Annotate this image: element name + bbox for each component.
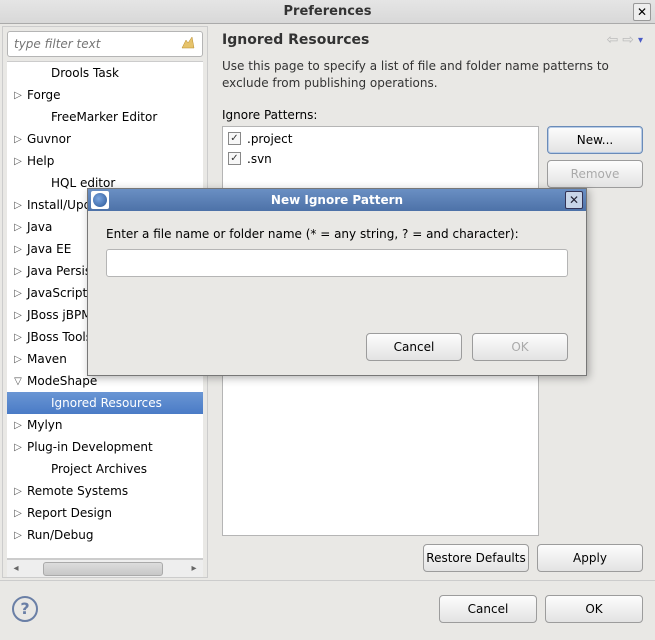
new-pattern-button[interactable]: New... bbox=[547, 126, 643, 154]
section-description: Use this page to specify a list of file … bbox=[222, 58, 643, 92]
restore-defaults-button[interactable]: Restore Defaults bbox=[423, 544, 529, 572]
tree-item-maven[interactable]: ▷Maven bbox=[7, 348, 203, 370]
list-item[interactable]: ✓ .project bbox=[225, 129, 536, 149]
tree-item-remote-systems[interactable]: ▷Remote Systems bbox=[7, 480, 203, 502]
expand-icon[interactable]: ▷ bbox=[11, 442, 25, 453]
expand-icon[interactable]: ▷ bbox=[11, 156, 25, 167]
expand-icon[interactable]: ▷ bbox=[11, 508, 25, 519]
footer-buttons: Cancel OK bbox=[439, 595, 643, 623]
tree-item-forge[interactable]: ▷Forge bbox=[7, 84, 203, 106]
tree-item-java[interactable]: ▷Java bbox=[7, 216, 203, 238]
remove-pattern-button[interactable]: Remove bbox=[547, 160, 643, 188]
expand-icon[interactable]: ▷ bbox=[11, 420, 25, 431]
expand-icon[interactable]: ▷ bbox=[11, 90, 25, 101]
expand-icon[interactable]: ▷ bbox=[11, 354, 25, 365]
section-header: Ignored Resources ⇦ ⇨ ▾ bbox=[222, 32, 643, 48]
expand-icon[interactable]: ▷ bbox=[11, 266, 25, 277]
expand-icon[interactable]: ▷ bbox=[11, 310, 25, 321]
patterns-list[interactable]: ✓ .project ✓ .svn bbox=[222, 126, 539, 536]
section-title: Ignored Resources bbox=[222, 32, 369, 48]
tree-item-install-update[interactable]: ▷Install/Update bbox=[7, 194, 203, 216]
tree-item-plugin-dev[interactable]: ▷Plug-in Development bbox=[7, 436, 203, 458]
tree-item-modeshape[interactable]: ▽ModeShape bbox=[7, 370, 203, 392]
preferences-tree[interactable]: Drools Task ▷Forge FreeMarker Editor ▷Gu… bbox=[7, 61, 203, 559]
filter-wrap bbox=[3, 27, 207, 61]
ok-button[interactable]: OK bbox=[545, 595, 643, 623]
window-close-button[interactable]: ✕ bbox=[633, 3, 651, 21]
window-title: Preferences bbox=[284, 4, 372, 19]
tree-item-project-archives[interactable]: Project Archives bbox=[7, 458, 203, 480]
expand-icon[interactable]: ▷ bbox=[11, 200, 25, 211]
close-icon: ✕ bbox=[637, 5, 647, 19]
patterns-label: Ignore Patterns: bbox=[222, 108, 643, 122]
tree-item-java-ee[interactable]: ▷Java EE bbox=[7, 238, 203, 260]
scrollbar-thumb[interactable] bbox=[43, 562, 163, 576]
tree-item-jboss-jbpm[interactable]: ▷JBoss jBPM bbox=[7, 304, 203, 326]
footer: ? Cancel OK bbox=[0, 580, 655, 636]
list-item[interactable]: ✓ .svn bbox=[225, 149, 536, 169]
apply-button[interactable]: Apply bbox=[537, 544, 643, 572]
scroll-right-icon[interactable]: ▸ bbox=[185, 563, 203, 574]
tree-item-report-design[interactable]: ▷Report Design bbox=[7, 502, 203, 524]
tree-item-javascript[interactable]: ▷JavaScript bbox=[7, 282, 203, 304]
pattern-text: .svn bbox=[247, 152, 272, 166]
expand-icon[interactable]: ▷ bbox=[11, 134, 25, 145]
filter-input[interactable] bbox=[7, 31, 203, 57]
nav-back-icon[interactable]: ⇦ bbox=[607, 32, 619, 48]
expand-icon[interactable]: ▷ bbox=[11, 332, 25, 343]
side-buttons: New... Remove bbox=[547, 126, 643, 536]
expand-icon[interactable]: ▷ bbox=[11, 530, 25, 541]
expand-icon[interactable]: ▷ bbox=[11, 486, 25, 497]
nav-forward-icon[interactable]: ⇨ bbox=[622, 32, 634, 48]
collapse-icon[interactable]: ▽ bbox=[11, 376, 25, 387]
tree-item-java-persistence[interactable]: ▷Java Persistence bbox=[7, 260, 203, 282]
nav-arrows: ⇦ ⇨ ▾ bbox=[607, 32, 644, 48]
tree-item-mylyn[interactable]: ▷Mylyn bbox=[7, 414, 203, 436]
tree-inner: Drools Task ▷Forge FreeMarker Editor ▷Gu… bbox=[7, 62, 203, 558]
tree-item-help[interactable]: ▷Help bbox=[7, 150, 203, 172]
checkbox-checked-icon[interactable]: ✓ bbox=[228, 132, 241, 145]
window-titlebar: Preferences ✕ bbox=[0, 0, 655, 24]
section-bottom-buttons: Restore Defaults Apply bbox=[222, 544, 643, 572]
tree-item-hql[interactable]: HQL editor bbox=[7, 172, 203, 194]
tree-item-ignored-resources[interactable]: Ignored Resources bbox=[7, 392, 203, 414]
expand-icon[interactable]: ▷ bbox=[11, 288, 25, 299]
clear-filter-icon[interactable] bbox=[179, 34, 199, 54]
expand-icon[interactable]: ▷ bbox=[11, 222, 25, 233]
tree-item-guvnor[interactable]: ▷Guvnor bbox=[7, 128, 203, 150]
expand-icon[interactable]: ▷ bbox=[11, 244, 25, 255]
help-icon[interactable]: ? bbox=[12, 596, 38, 622]
pattern-text: .project bbox=[247, 132, 292, 146]
checkbox-checked-icon[interactable]: ✓ bbox=[228, 152, 241, 165]
tree-horizontal-scrollbar[interactable]: ◂ ▸ bbox=[7, 559, 203, 577]
tree-item-drools-task[interactable]: Drools Task bbox=[7, 62, 203, 84]
tree-item-jboss-tools[interactable]: ▷JBoss Tools bbox=[7, 326, 203, 348]
scroll-left-icon[interactable]: ◂ bbox=[7, 563, 25, 574]
patterns-row: ✓ .project ✓ .svn New... Remove bbox=[222, 126, 643, 536]
main-content: Drools Task ▷Forge FreeMarker Editor ▷Gu… bbox=[0, 24, 655, 580]
tree-item-freemarker[interactable]: FreeMarker Editor bbox=[7, 106, 203, 128]
details-panel: Ignored Resources ⇦ ⇨ ▾ Use this page to… bbox=[208, 26, 653, 578]
tree-item-run-debug[interactable]: ▷Run/Debug bbox=[7, 524, 203, 546]
nav-menu-icon[interactable]: ▾ bbox=[638, 35, 643, 46]
tree-panel: Drools Task ▷Forge FreeMarker Editor ▷Gu… bbox=[2, 26, 208, 578]
cancel-button[interactable]: Cancel bbox=[439, 595, 537, 623]
